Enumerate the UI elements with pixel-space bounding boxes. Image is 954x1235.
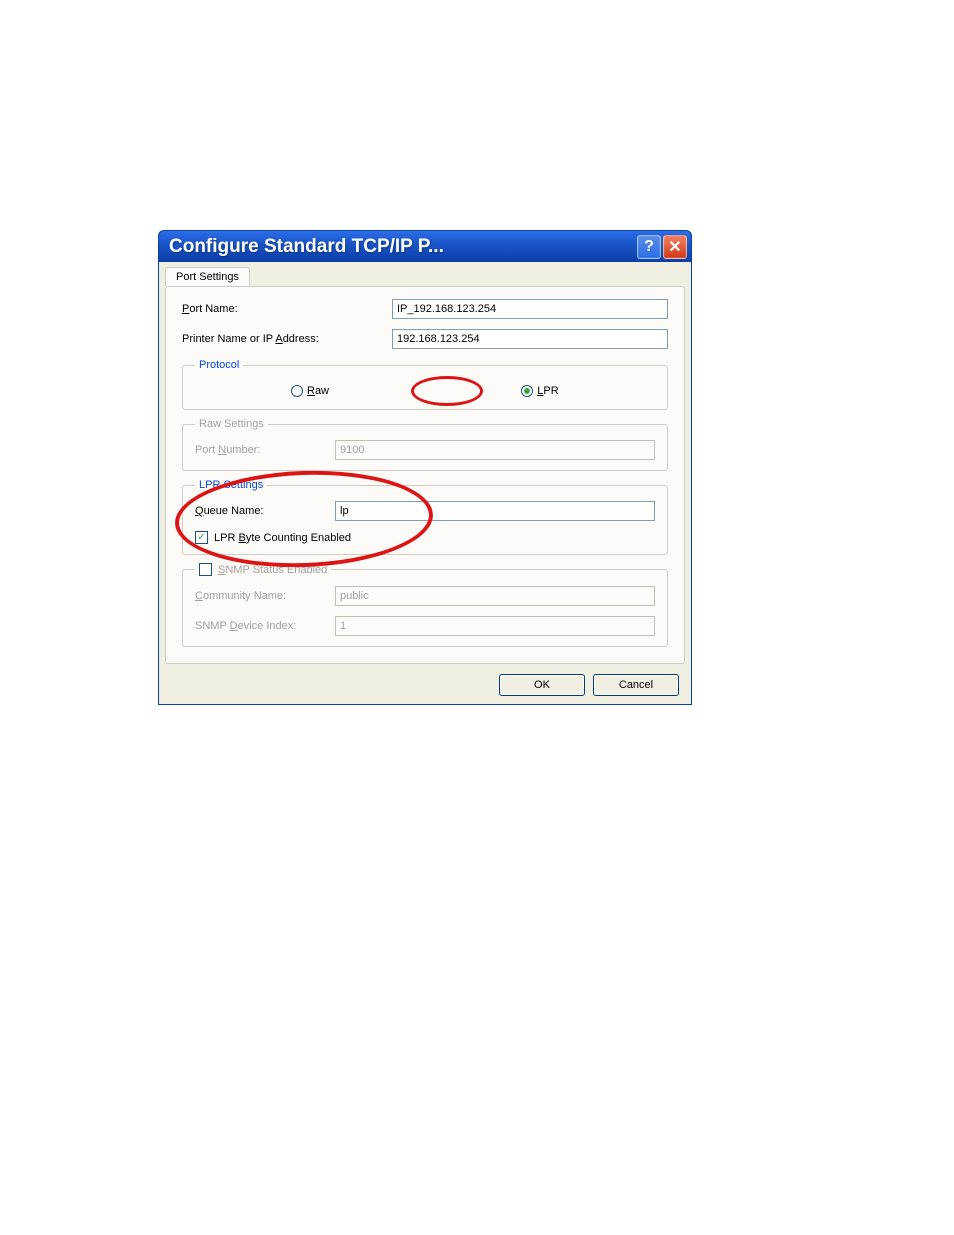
ip-address-label: Printer Name or IP Address: [182,333,392,345]
port-name-label: Port Name: [182,303,392,315]
raw-settings-group: Raw Settings Port Number: [182,418,668,471]
dialog-body: Port Settings Port Name: Printer Name or… [158,262,692,705]
queue-name-label: Queue Name: [195,505,335,517]
question-icon: ? [644,238,654,256]
snmp-legend-label: SNMP Status Enabled [218,564,327,576]
tab-panel: Port Name: Printer Name or IP Address: P… [165,286,685,664]
protocol-legend: Protocol [195,359,243,371]
checkbox-icon: ✓ [195,531,208,544]
queue-name-input[interactable] [335,501,655,521]
snmp-device-index-input [335,616,655,636]
close-button[interactable]: ✕ [663,235,687,259]
raw-label: Raw [307,385,329,397]
cancel-button[interactable]: Cancel [593,674,679,696]
lpr-label: LPR [537,385,558,397]
ip-address-input[interactable] [392,329,668,349]
snmp-group: SNMP Status Enabled Community Name: SNMP… [182,563,668,647]
tab-port-settings[interactable]: Port Settings [165,267,250,286]
protocol-group: Protocol Raw LPR [182,359,668,410]
help-button[interactable]: ? [637,235,661,259]
byte-counting-label: LPR Byte Counting Enabled [214,532,351,544]
port-name-input[interactable] [392,299,668,319]
close-icon: ✕ [668,237,681,257]
port-number-label: Port Number: [195,444,335,456]
community-name-input [335,586,655,606]
protocol-raw-option[interactable]: Raw [195,385,425,397]
radio-icon [521,385,533,397]
snmp-device-index-label: SNMP Device Index: [195,620,335,632]
ok-button[interactable]: OK [499,674,585,696]
dialog: Configure Standard TCP/IP P... ? ✕ Port … [158,230,692,705]
lpr-settings-group: LPR Settings Queue Name: ✓ LPR Byte Coun… [182,479,668,555]
radio-icon [291,385,303,397]
titlebar[interactable]: Configure Standard TCP/IP P... ? ✕ [158,230,692,262]
port-number-input [335,440,655,460]
community-name-label: Community Name: [195,590,335,602]
protocol-lpr-option[interactable]: LPR [425,385,655,397]
checkbox-icon [199,563,212,576]
raw-settings-legend: Raw Settings [195,418,268,430]
lpr-settings-legend: LPR Settings [195,479,267,491]
dialog-title: Configure Standard TCP/IP P... [169,236,637,258]
snmp-legend[interactable]: SNMP Status Enabled [195,563,331,576]
lpr-byte-counting-checkbox[interactable]: ✓ LPR Byte Counting Enabled [195,531,655,544]
